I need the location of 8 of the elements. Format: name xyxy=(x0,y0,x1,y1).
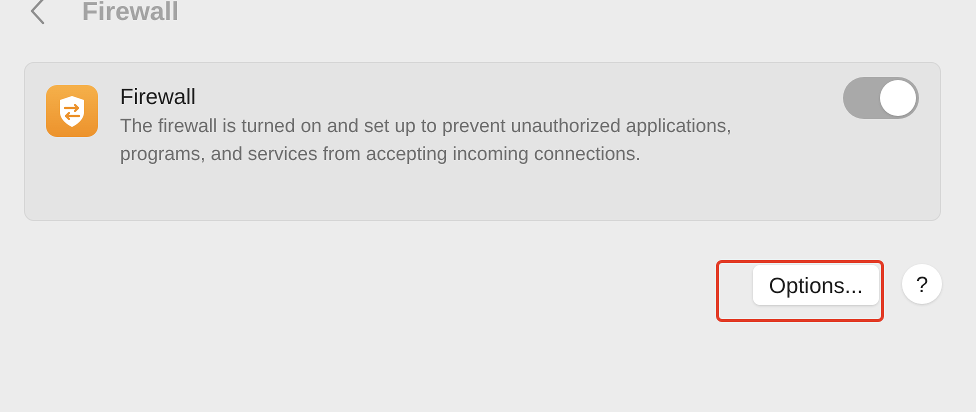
firewall-toggle[interactable] xyxy=(843,77,919,119)
back-icon xyxy=(29,0,45,25)
page-title: Firewall xyxy=(82,0,179,26)
help-button[interactable]: ? xyxy=(902,264,942,304)
firewall-title: Firewall xyxy=(120,83,197,111)
options-button[interactable]: Options... xyxy=(752,265,879,305)
firewall-description: The firewall is turned on and set up to prevent unauthorized applications, programs, and services from accepting incoming connections. xyxy=(120,115,733,167)
shield-icon xyxy=(46,85,98,137)
